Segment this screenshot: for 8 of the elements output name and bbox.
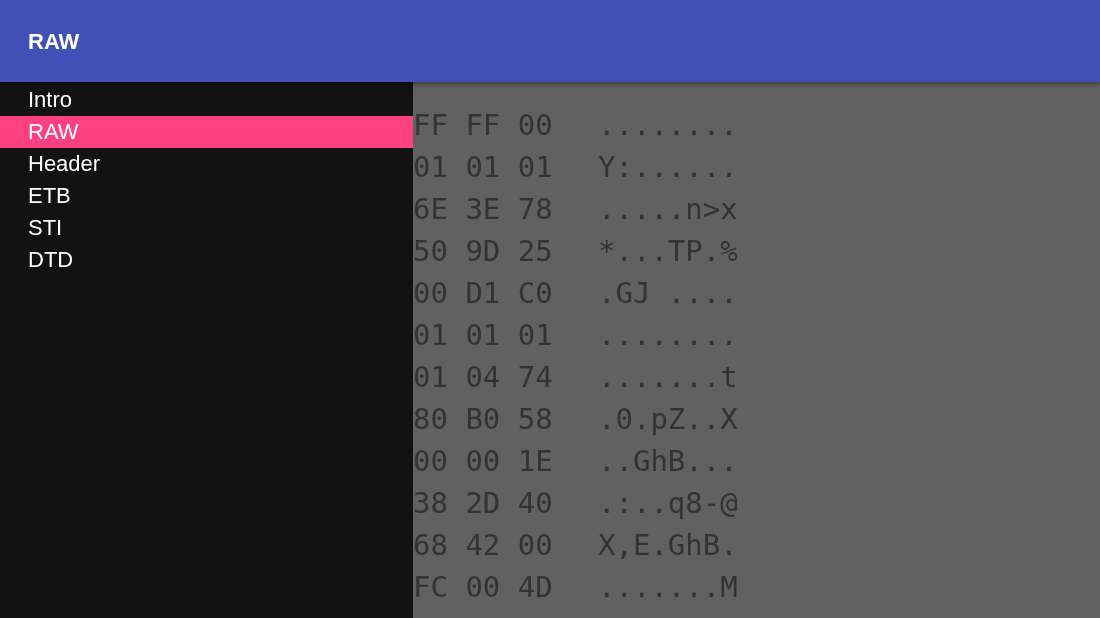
sidebar-item[interactable]: Intro [0, 84, 413, 116]
sidebar-item[interactable]: ETB [0, 180, 413, 212]
sidebar-item[interactable]: DTD [0, 244, 413, 276]
sidebar-item[interactable]: Header [0, 148, 413, 180]
ascii-text: ........ [598, 108, 738, 142]
sidebar-item[interactable]: STI [0, 212, 413, 244]
ascii-text: ........ [598, 318, 738, 352]
app-title: RAW [28, 27, 80, 56]
